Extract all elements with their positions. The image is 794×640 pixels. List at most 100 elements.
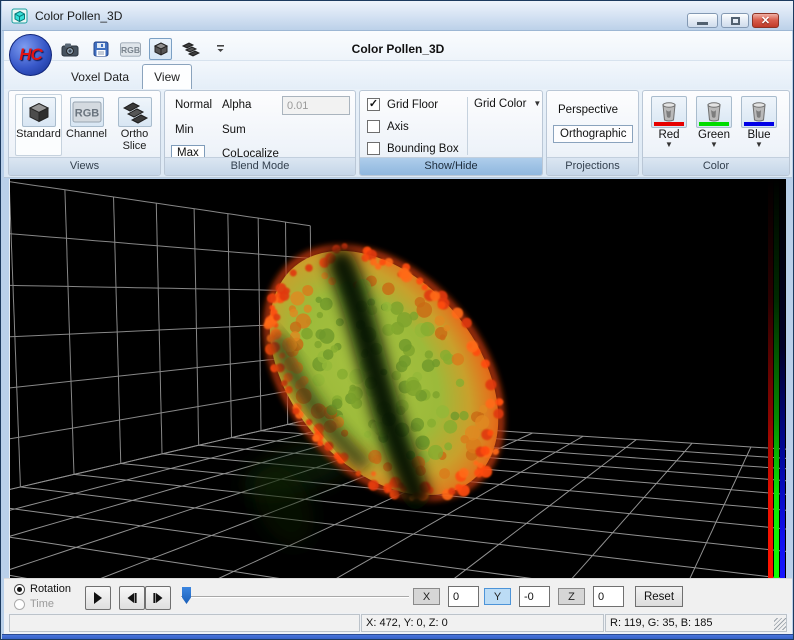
- ribbon: Standard RGB Channel: [4, 89, 792, 178]
- orthographic-button[interactable]: Orthographic: [553, 125, 633, 143]
- resize-grip[interactable]: [774, 618, 786, 630]
- grid-color-button[interactable]: Grid Color ▼: [474, 98, 541, 110]
- chevron-down-icon: ▼: [693, 141, 735, 149]
- save-icon: [93, 41, 109, 57]
- rotation-slider-track[interactable]: [181, 596, 409, 598]
- divider: [467, 97, 468, 155]
- tab-view[interactable]: View: [142, 64, 192, 89]
- blend-min-button[interactable]: Min: [175, 124, 194, 136]
- blue-underline: [744, 122, 774, 126]
- standard-view-button[interactable]: [149, 38, 172, 60]
- blend-normal-button[interactable]: Normal: [175, 99, 212, 111]
- rgb-channels-button[interactable]: RGB: [119, 38, 142, 60]
- perspective-button[interactable]: Perspective: [558, 104, 618, 116]
- close-button[interactable]: ✕: [752, 13, 779, 28]
- rotation-label: Rotation: [30, 583, 71, 595]
- maximize-button[interactable]: [721, 13, 749, 28]
- status-coordinates: X: 472, Y: 0, Z: 0: [361, 614, 604, 632]
- axis-checkbox-box[interactable]: ✓: [367, 120, 380, 133]
- y-value-input[interactable]: [519, 586, 550, 607]
- application-menu-button[interactable]: HC: [9, 34, 52, 76]
- minimize-icon: [697, 22, 708, 25]
- radio-selected-icon: [14, 584, 25, 595]
- app-icon: [11, 8, 28, 24]
- blend-alpha-label: Alpha: [222, 99, 251, 111]
- chevron-down-icon: ▼: [738, 141, 780, 149]
- viewport-3d[interactable]: [9, 179, 785, 578]
- z-value-input[interactable]: [593, 586, 624, 607]
- x-axis-button[interactable]: X: [413, 588, 440, 605]
- time-radio[interactable]: Time: [14, 598, 54, 610]
- x-axis-label: X: [423, 591, 430, 603]
- status-bar: X: 472, Y: 0, Z: 0 R: 119, G: 35, B: 185: [4, 613, 792, 634]
- blend-sum-button[interactable]: Sum: [222, 124, 246, 136]
- chevron-more-icon: [216, 44, 225, 54]
- tab-voxel-data[interactable]: Voxel Data: [56, 64, 144, 89]
- save-button[interactable]: [89, 38, 112, 60]
- toolbar-overflow-button[interactable]: [209, 38, 232, 60]
- show-hide-group-label: Show/Hide: [360, 157, 542, 175]
- color-green-button[interactable]: Green ▼: [693, 94, 735, 149]
- step-forward-icon: [152, 592, 164, 604]
- group-blend-mode: Normal Min Max Alpha Sum CoLocalize Blen…: [164, 90, 356, 176]
- rgb-icon: RGB: [120, 42, 141, 57]
- views-group-label: Views: [9, 157, 160, 175]
- blend-mode-group-label: Blend Mode: [165, 157, 355, 175]
- ortho-slice-button[interactable]: [179, 38, 202, 60]
- views-ortho-slice-label: Ortho Slice: [121, 128, 149, 152]
- play-icon: [93, 592, 103, 604]
- group-projections: Perspective Orthographic Projections: [546, 90, 639, 176]
- capture-button[interactable]: [59, 38, 82, 60]
- window-bottom-border: [2, 634, 794, 640]
- svg-text:RGB: RGB: [74, 108, 99, 120]
- z-axis-button[interactable]: Z: [558, 588, 585, 605]
- close-icon: ✕: [761, 14, 770, 27]
- views-standard-label: Standard: [16, 128, 61, 140]
- rotation-slider-thumb[interactable]: [182, 587, 191, 604]
- quick-access-toolbar: RGB: [59, 37, 232, 61]
- views-channel-button[interactable]: RGB Channel: [63, 94, 110, 156]
- maximize-icon: [731, 17, 740, 25]
- green-underline: [699, 122, 729, 126]
- radio-unselected-icon: [14, 599, 25, 610]
- x-value-input[interactable]: [448, 586, 479, 607]
- views-channel-label: Channel: [66, 128, 107, 140]
- red-underline: [654, 122, 684, 126]
- y-axis-label: Y: [494, 591, 501, 603]
- alpha-value-input[interactable]: [282, 96, 350, 115]
- status-rgb-values: R: 119, G: 35, B: 185: [605, 614, 787, 632]
- grid-floor-checkbox-box[interactable]: ✓: [367, 98, 380, 111]
- channel-rgb-icon: RGB: [70, 97, 104, 127]
- bounding-box-checkbox[interactable]: ✓ Bounding Box: [367, 142, 459, 155]
- minimize-button[interactable]: [687, 13, 718, 28]
- pollen-3d-render: [10, 179, 786, 578]
- play-button[interactable]: [85, 586, 111, 610]
- step-back-button[interactable]: [119, 586, 145, 610]
- y-axis-button[interactable]: Y: [484, 588, 511, 605]
- reset-label: Reset: [644, 591, 674, 603]
- grid-floor-label: Grid Floor: [387, 99, 438, 111]
- rotation-radio[interactable]: Rotation: [14, 583, 71, 595]
- axis-label: Axis: [387, 121, 409, 133]
- color-blue-button[interactable]: Blue ▼: [738, 94, 780, 149]
- grid-floor-checkbox[interactable]: ✓ Grid Floor: [367, 98, 438, 111]
- grid-color-label: Grid Color: [474, 98, 526, 110]
- paint-bucket-icon: [651, 96, 687, 128]
- group-show-hide: ✓ Grid Floor ✓ Axis ✓ Bounding Box Grid …: [359, 90, 543, 176]
- z-axis-label: Z: [568, 591, 575, 603]
- views-ortho-slice-button[interactable]: Ortho Slice: [111, 94, 158, 156]
- group-color: Red ▼ Green ▼: [642, 90, 790, 176]
- views-standard-button[interactable]: Standard: [15, 94, 62, 156]
- bounding-box-checkbox-box[interactable]: ✓: [367, 142, 380, 155]
- window-title: Color Pollen_3D: [35, 9, 122, 23]
- reset-button[interactable]: Reset: [635, 586, 683, 607]
- step-forward-button[interactable]: [145, 586, 171, 610]
- color-red-button[interactable]: Red ▼: [648, 94, 690, 149]
- projections-group-label: Projections: [547, 157, 638, 175]
- axis-checkbox[interactable]: ✓ Axis: [367, 120, 409, 133]
- svg-text:RGB: RGB: [121, 44, 140, 54]
- cube-icon: [152, 40, 170, 58]
- slices-icon: [181, 41, 200, 57]
- bounding-box-label: Bounding Box: [387, 143, 459, 155]
- playback-controls-bar: Rotation Time X Y Z Reset: [4, 578, 792, 613]
